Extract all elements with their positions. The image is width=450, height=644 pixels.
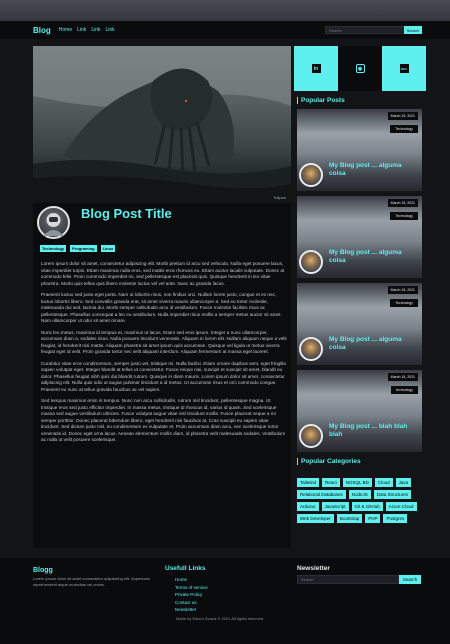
post-paragraph-5: Sed tempus maximus enim in tempus. Nunc … (41, 398, 286, 442)
tag-technology[interactable]: Technology (40, 245, 67, 252)
footer-link-newsletter[interactable]: Newsletter (175, 606, 208, 614)
category-nodejs[interactable]: NodeJS (348, 490, 371, 499)
newsletter-input[interactable] (297, 575, 399, 584)
category-arduino[interactable]: Arduino (297, 502, 319, 511)
post-card-title[interactable]: My Blog post ... alguma coisa (329, 336, 415, 352)
nav-link-3[interactable]: Link (106, 27, 115, 33)
post-tags: Technology Programing Linux (40, 245, 116, 252)
footer-links: Home Terms of service Private Policy Con… (175, 576, 208, 614)
post-paragraph-2: Praesent luctus sed justo eget porta. Na… (41, 292, 282, 323)
post-thumbnail (299, 250, 323, 274)
linkedin-link[interactable]: in (294, 46, 338, 91)
blog-post: Tulipan Blog Post Title Technology Progr… (33, 46, 291, 548)
category-nosql[interactable]: NOSQL BD (342, 478, 372, 487)
post-card-title[interactable]: My Blog post ... alguma coisa (329, 249, 415, 265)
linkedin-icon: in (311, 64, 321, 73)
dev-link[interactable]: DEV (382, 46, 426, 91)
popular-post-card[interactable]: March 15, 2021 Technology My Blog post .… (297, 196, 422, 278)
top-navbar: Blog Home Link Link Link Search (0, 21, 450, 39)
category-azure-cloud[interactable]: Azure Cloud (385, 502, 417, 511)
post-paragraph-3: Nunc leo metus, maximus id tempus et, ma… (41, 329, 287, 355)
post-card-title[interactable]: My Blog post ... alguma coisa (329, 162, 415, 178)
footer-links-title: Usefull Links (165, 565, 206, 572)
dev-icon: DEV (399, 64, 409, 73)
search-button[interactable]: Search (404, 26, 422, 34)
category-bootstrap[interactable]: Bootstrap (336, 514, 363, 523)
post-category[interactable]: Technology (390, 299, 418, 307)
category-react[interactable]: React (322, 478, 340, 487)
tag-linux[interactable]: Linux (100, 245, 116, 252)
category-postgres[interactable]: Postgres (383, 514, 408, 523)
github-link[interactable]: ◉ (338, 46, 382, 91)
popular-categories-title: Popular Categories (297, 458, 361, 465)
category-javascript[interactable]: JavaScript (321, 502, 349, 511)
hero-credit: Tulipan (273, 195, 286, 200)
nav-link-home[interactable]: Home (59, 27, 72, 33)
post-body: Lorem ipsum dolor sit amet, consectetur … (41, 261, 287, 449)
category-list: Tailwind React NOSQL BD Cloud Java Relat… (297, 478, 423, 523)
footer-brand[interactable]: Blogg (33, 567, 53, 574)
post-title: Blog Post Title (81, 206, 172, 221)
nav-link-2[interactable]: Link (91, 27, 100, 33)
post-date: March 15, 2021 (387, 373, 418, 381)
post-thumbnail (299, 424, 323, 448)
post-date: March 15, 2021 (387, 286, 418, 294)
post-category[interactable]: Technology (390, 125, 418, 133)
footer-link-terms[interactable]: Terms of service (175, 584, 208, 592)
category-php[interactable]: PHP (365, 514, 381, 523)
post-thumbnail (299, 163, 323, 187)
footer-link-privacy[interactable]: Private Policy (175, 591, 208, 599)
footer-link-home[interactable]: Home (175, 576, 208, 584)
brand-logo[interactable]: Blog (33, 26, 51, 35)
category-web-developer[interactable]: Web Developer (297, 514, 334, 523)
copyright: Made by Edson Souza © 2021 All rights re… (176, 616, 265, 621)
github-icon: ◉ (355, 64, 365, 73)
category-git-github[interactable]: Git & GitHub (351, 502, 383, 511)
author-avatar (37, 206, 70, 239)
category-java[interactable]: Java (395, 478, 412, 487)
post-paragraph-1: Lorem ipsum dolor sit amet, consectetur … (41, 261, 285, 286)
post-date: March 15, 2021 (387, 199, 418, 207)
footer-description: Lorem ipsum dolor sit amet consectetur a… (33, 576, 151, 587)
post-paragraph-4: Curabitur vitae eros condimentum, semper… (41, 360, 286, 392)
popular-post-card[interactable]: March 15, 2021 Technology My Blog post .… (297, 283, 422, 365)
nav-link-1[interactable]: Link (77, 27, 86, 33)
popular-posts-title: Popular Posts (297, 97, 345, 104)
newsletter-title: Newsletter (297, 565, 330, 572)
footer-link-contact[interactable]: Contact us (175, 599, 208, 607)
post-thumbnail (299, 337, 323, 361)
tag-programing[interactable]: Programing (70, 245, 97, 252)
footer: Blogg Lorem ipsum dolor sit amet consect… (0, 558, 450, 644)
social-links: in ◉ DEV (294, 46, 426, 91)
search-input[interactable] (325, 26, 405, 34)
post-card-title[interactable]: My Blog post ... blah blah blah (329, 423, 415, 439)
popular-post-card[interactable]: March 15, 2021 Technology My Blog post .… (297, 109, 422, 191)
post-category[interactable]: Technology (390, 212, 418, 220)
popular-post-card[interactable]: March 15, 2021 technology My Blog post .… (297, 370, 422, 452)
category-relational-databases[interactable]: Relational Databases (297, 490, 346, 499)
post-category[interactable]: technology (391, 386, 418, 394)
hero-image: Tulipan (33, 46, 291, 203)
newsletter-button[interactable]: Search (399, 575, 421, 584)
browser-top-strip (0, 0, 450, 21)
post-date: March 15, 2021 (387, 112, 418, 120)
category-tailwind[interactable]: Tailwind (297, 478, 320, 487)
category-cloud[interactable]: Cloud (374, 478, 393, 487)
category-data-structures[interactable]: Data Structures (373, 490, 412, 499)
